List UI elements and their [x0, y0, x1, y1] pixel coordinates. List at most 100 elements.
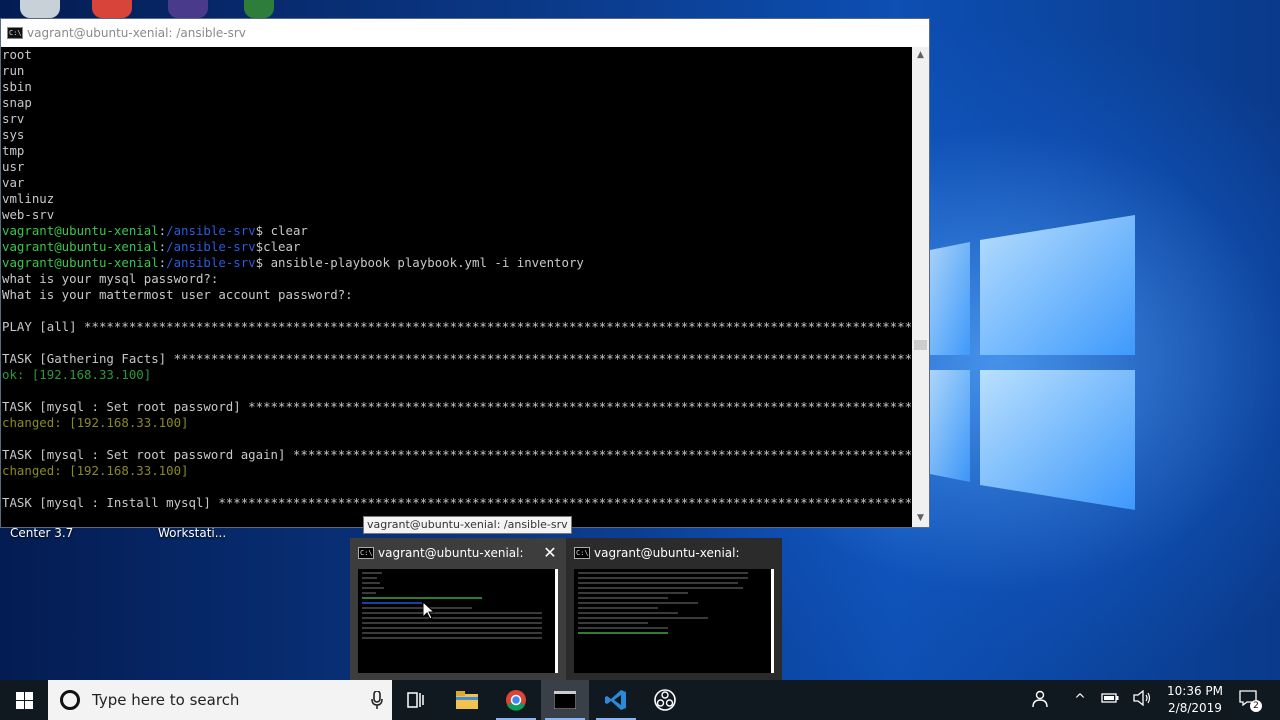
people-icon[interactable] [1030, 690, 1050, 710]
terminal-text-segment: srv [2, 111, 25, 126]
terminal-output[interactable]: root run sbin snap srv sys tmp usr var vmlinuz web… [1, 47, 913, 527]
terminal-line: vagrant@ubuntu-xenial:/ansible-srv$clear [1, 239, 913, 255]
terminal-line: run [1, 63, 913, 79]
terminal-text-segment: run [2, 63, 25, 78]
terminal-text-segment: $clear [255, 239, 301, 254]
file-explorer-button[interactable] [443, 680, 491, 720]
terminal-text-segment: usr [2, 159, 25, 174]
terminal-line: tmp [1, 143, 913, 159]
preview-thumbnail [574, 569, 774, 673]
task-view-button[interactable] [392, 680, 440, 720]
chrome-button[interactable] [492, 680, 540, 720]
terminal-text-segment: changed: [192.168.33.100] [2, 415, 189, 430]
vscode-icon [605, 690, 626, 710]
terminal-line: TASK [mysql : Set root password again] *… [1, 447, 913, 463]
desktop-label-center[interactable]: Center 3.7 [10, 526, 73, 540]
terminal-line: sbin [1, 79, 913, 95]
terminal-text-segment: What is your mattermost user account pas… [2, 287, 353, 302]
search-placeholder[interactable]: Type here to search [92, 691, 362, 709]
obs-icon [654, 689, 676, 711]
terminal-title: vagrant@ubuntu-xenial: /ansible-srv [27, 26, 246, 40]
file-explorer-icon [456, 691, 478, 709]
terminal-text-segment: vagrant@ubuntu-xenial [2, 239, 159, 254]
desktop-label-workstation[interactable]: Workstati... [158, 526, 226, 540]
chrome-desktop-icon[interactable] [92, 0, 132, 18]
taskbar-preview-panel: C:\ vagrant@ubuntu-xenial: ... ✕ C:\ vag… [350, 538, 782, 680]
battery-icon[interactable] [1100, 690, 1120, 710]
app-desktop-icon[interactable] [168, 0, 208, 18]
window-tooltip: vagrant@ubuntu-xenial: /ansible-srv [363, 516, 572, 534]
close-icon[interactable]: ✕ [540, 543, 560, 563]
terminal-text-segment: web-srv [2, 207, 55, 222]
terminal-line: vagrant@ubuntu-xenial:/ansible-srv$ ansi… [1, 255, 913, 271]
terminal-line: usr [1, 159, 913, 175]
terminal-text-segment: tmp [2, 143, 25, 158]
terminal-scrollbar[interactable]: ▲ ▼ [912, 47, 929, 527]
scrollbar-thumb[interactable] [914, 340, 927, 350]
terminal-text-segment: sys [2, 127, 25, 142]
terminal-text-segment: /ansible-srv [166, 223, 256, 238]
terminal-text-segment: changed: [192.168.33.100] [2, 463, 189, 478]
terminal-text-segment: vagrant@ubuntu-xenial [2, 223, 159, 238]
recycle-bin-icon[interactable] [20, 0, 60, 18]
terminal-text-segment: $ clear [255, 223, 308, 238]
terminal-text-segment: var [2, 175, 25, 190]
terminal-text-segment: vmlinuz [2, 191, 55, 206]
terminal-text-segment: vagrant@ubuntu-xenial [2, 255, 159, 270]
cortana-icon[interactable] [60, 690, 80, 710]
terminal-line: What is your mattermost user account pas… [1, 287, 913, 303]
terminal-line: var [1, 175, 913, 191]
terminal-line: snap [1, 95, 913, 111]
terminal-text-segment: TASK [mysql : Set root password] *******… [2, 399, 913, 414]
tool-desktop-icon[interactable] [244, 0, 274, 18]
task-view-icon [407, 692, 424, 708]
windows-start-icon [15, 691, 33, 709]
obs-button[interactable] [641, 680, 689, 720]
clock-time: 10:36 PM [1167, 684, 1223, 698]
preview-window-ansible[interactable]: C:\ vagrant@ubuntu-xenial: ... ✕ [350, 538, 566, 680]
terminal-line: srv [1, 111, 913, 127]
terminal-line: vmlinuz [1, 191, 913, 207]
taskbar-search-box[interactable]: Type here to search [48, 680, 392, 720]
terminal-button[interactable] [541, 680, 589, 720]
terminal-icon [554, 691, 576, 709]
terminal-line: TASK [mysql : Install mysql] ***********… [1, 495, 913, 511]
terminal-titlebar[interactable]: C:\ vagrant@ubuntu-xenial: /ansible-srv [1, 19, 929, 47]
terminal-window[interactable]: C:\ vagrant@ubuntu-xenial: /ansible-srv … [0, 18, 930, 528]
terminal-line: sys [1, 127, 913, 143]
terminal-text-segment: /ansible-srv [166, 255, 256, 270]
preview-title: vagrant@ubuntu-xenial: ~ [594, 546, 744, 560]
terminal-line: web-srv [1, 207, 913, 223]
start-button[interactable] [0, 680, 48, 720]
preview-title: vagrant@ubuntu-xenial: ... [378, 546, 528, 560]
vscode-button[interactable] [592, 680, 640, 720]
scroll-down-arrow-icon[interactable]: ▼ [912, 510, 929, 527]
scroll-up-arrow-icon[interactable]: ▲ [912, 47, 929, 64]
terminal-text-segment: : [158, 223, 167, 238]
notification-count-badge: 2 [1250, 700, 1262, 712]
terminal-line: vagrant@ubuntu-xenial:/ansible-srv$ clea… [1, 223, 913, 239]
cmd-icon: C:\ [7, 27, 23, 39]
preview-window-home[interactable]: C:\ vagrant@ubuntu-xenial: ~ [566, 538, 782, 680]
terminal-text-segment: /ansible-srv [166, 239, 256, 254]
cmd-icon: C:\ [574, 547, 590, 559]
terminal-line: changed: [192.168.33.100] [1, 463, 913, 479]
terminal-text-segment: $ ansible-playbook playbook.yml -i inven… [255, 255, 584, 270]
cmd-icon: C:\ [358, 547, 374, 559]
terminal-line: root [1, 47, 913, 63]
microphone-icon[interactable] [362, 691, 392, 709]
chrome-icon [506, 690, 526, 711]
system-clock[interactable]: 10:36 PM 2/8/2019 [1165, 683, 1225, 717]
clock-date: 2/8/2019 [1168, 701, 1222, 715]
chevron-up-icon[interactable]: ^ [1070, 690, 1090, 710]
terminal-line: ok: [192.168.33.100] [1, 367, 913, 383]
terminal-text-segment: : [158, 255, 167, 270]
terminal-line: TASK [Gathering Facts] *****************… [1, 351, 913, 367]
terminal-line: PLAY [all] *****************************… [1, 319, 913, 335]
terminal-text-segment: TASK [Gathering Facts] *****************… [2, 351, 913, 366]
volume-icon[interactable] [1132, 689, 1152, 710]
